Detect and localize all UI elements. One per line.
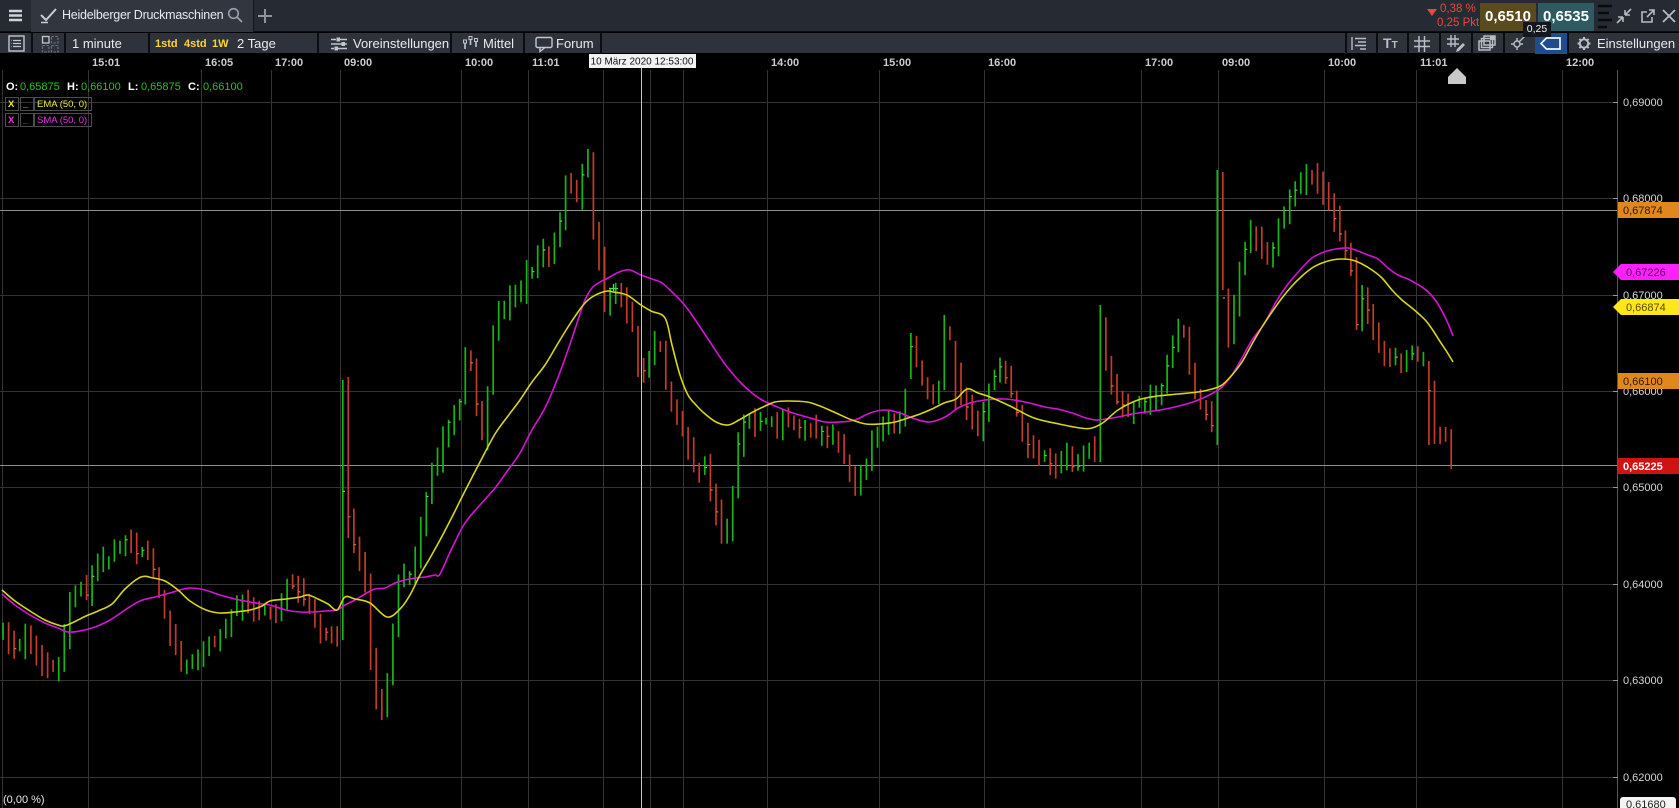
svg-text:0,65000: 0,65000 (1623, 482, 1663, 494)
svg-text:X: X (8, 115, 15, 126)
svg-text:0,62000: 0,62000 (1623, 772, 1663, 784)
svg-text:12:00: 12:00 (1566, 57, 1594, 69)
svg-text:0,65875: 0,65875 (141, 81, 181, 93)
svg-text:0,65225: 0,65225 (1623, 461, 1663, 473)
svg-text:16:05: 16:05 (205, 57, 233, 69)
svg-text:_: _ (22, 115, 29, 126)
svg-text:17:00: 17:00 (1145, 57, 1173, 69)
svg-text:10 März 2020 12:53:00: 10 März 2020 12:53:00 (591, 57, 694, 68)
svg-text:0,69000: 0,69000 (1623, 97, 1663, 109)
svg-text:O:: O: (6, 81, 18, 93)
svg-text:L:: L: (128, 81, 138, 93)
svg-text:_: _ (22, 99, 29, 110)
svg-text:15:00: 15:00 (883, 57, 911, 69)
svg-text:0,64000: 0,64000 (1623, 579, 1663, 591)
svg-text:C:: C: (188, 81, 200, 93)
svg-text:H:: H: (67, 81, 79, 93)
svg-text:14:00: 14:00 (771, 57, 799, 69)
svg-text:SMA (50, 0): SMA (50, 0) (37, 115, 87, 126)
svg-text:0,67874: 0,67874 (1623, 205, 1663, 217)
svg-text:EMA (50, 0): EMA (50, 0) (37, 99, 87, 110)
svg-text:0,65875: 0,65875 (20, 81, 60, 93)
svg-text:09:00: 09:00 (1222, 57, 1250, 69)
svg-text:X: X (8, 99, 15, 110)
svg-text:10:00: 10:00 (465, 57, 493, 69)
svg-text:0,63000: 0,63000 (1623, 675, 1663, 687)
svg-text:16:00: 16:00 (988, 57, 1016, 69)
svg-text:0,66100: 0,66100 (1623, 376, 1663, 388)
svg-text:11:01: 11:01 (532, 57, 560, 69)
svg-text:0,61680: 0,61680 (1626, 799, 1666, 808)
svg-text:0,66100: 0,66100 (203, 81, 243, 93)
svg-text:0,66100: 0,66100 (81, 81, 121, 93)
svg-text:11:01: 11:01 (1420, 57, 1448, 69)
svg-text:09:00: 09:00 (344, 57, 372, 69)
svg-text:0,67226: 0,67226 (1626, 267, 1666, 279)
svg-text:15:01: 15:01 (92, 57, 120, 69)
svg-text:10:00: 10:00 (1328, 57, 1356, 69)
svg-text:17:00: 17:00 (275, 57, 303, 69)
svg-text:0,66874: 0,66874 (1626, 302, 1666, 314)
svg-text:(0,00 %): (0,00 %) (3, 794, 45, 806)
